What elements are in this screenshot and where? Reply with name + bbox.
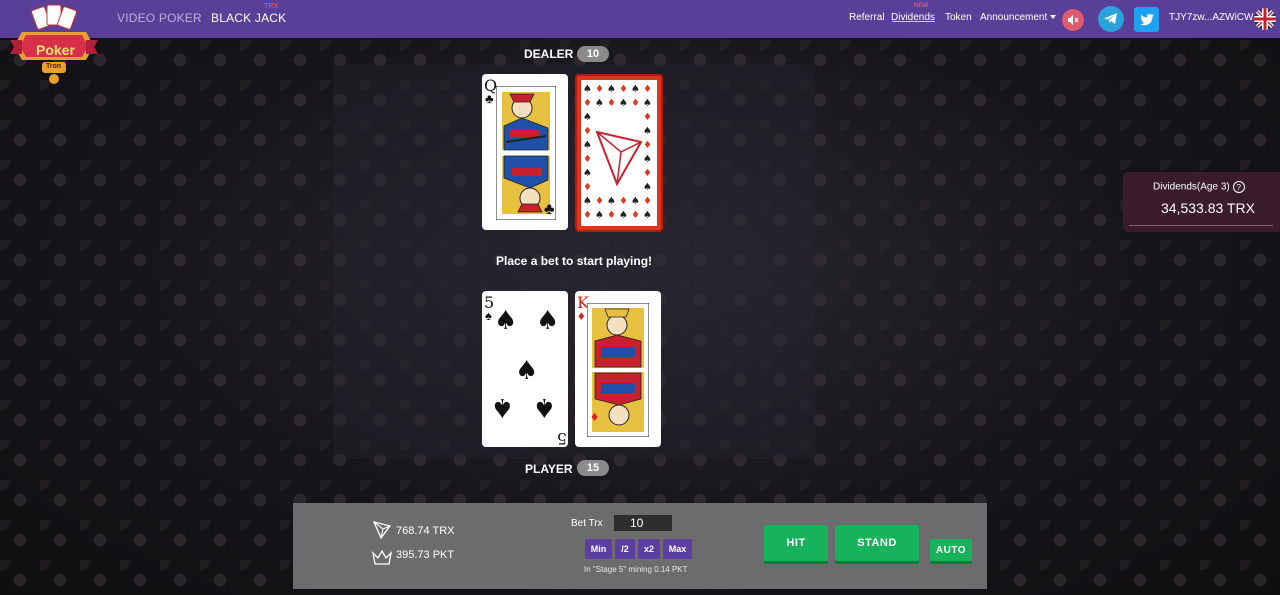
- bet-max-button[interactable]: Max: [663, 539, 692, 559]
- dividends-panel-title-row: Dividends(Age 3)?: [1153, 181, 1245, 193]
- svg-text:♠: ♠: [631, 84, 640, 95]
- svg-text:5: 5: [557, 429, 567, 447]
- svg-text:♠: ♠: [583, 168, 592, 179]
- svg-text:♦: ♦: [595, 84, 604, 95]
- nav-announcement-dropdown[interactable]: Announcement: [980, 12, 1057, 23]
- chevron-down-icon: [1050, 15, 1057, 20]
- bet-label: Bet Trx: [571, 518, 603, 529]
- king-face-art: ♦: [587, 303, 649, 437]
- dividends-divider: [1129, 225, 1273, 226]
- svg-text:♦: ♦: [631, 210, 640, 221]
- help-icon[interactable]: ?: [1232, 181, 1245, 193]
- svg-text:♠: ♠: [494, 306, 517, 336]
- language-flag-icon[interactable]: [1254, 8, 1276, 30]
- hit-button[interactable]: HIT: [764, 525, 828, 561]
- logo-subtext: Tron: [46, 63, 62, 70]
- trx-balance: 768.74 TRX: [396, 525, 455, 537]
- svg-text:♠: ♠: [643, 210, 652, 221]
- nav-referral[interactable]: Referral: [849, 12, 885, 23]
- svg-text:♦: ♦: [643, 196, 652, 207]
- svg-text:♠: ♠: [583, 84, 592, 95]
- svg-text:♠: ♠: [643, 98, 652, 109]
- svg-text:♦: ♦: [583, 182, 592, 193]
- telegram-icon[interactable]: [1098, 6, 1124, 32]
- svg-text:♦: ♦: [631, 98, 640, 109]
- svg-text:♠: ♠: [607, 84, 616, 95]
- dealer-card-queen-clubs: Q ♣ ♣: [482, 74, 568, 230]
- svg-text:♦: ♦: [583, 126, 592, 137]
- svg-text:♦: ♦: [643, 112, 652, 123]
- bet-half-button[interactable]: /2: [615, 539, 635, 559]
- svg-text:♦: ♦: [643, 84, 652, 95]
- svg-text:♦: ♦: [607, 98, 616, 109]
- dealer-score-badge: 10: [577, 46, 609, 62]
- svg-text:♠: ♠: [491, 392, 514, 422]
- poker-tron-logo[interactable]: Poker Tron: [8, 2, 100, 86]
- dividends-panel: Dividends(Age 3)? 34,533.83 TRX: [1123, 172, 1280, 232]
- svg-text:♠: ♠: [583, 196, 592, 207]
- svg-text:♠: ♠: [583, 140, 592, 151]
- stand-button[interactable]: STAND: [835, 525, 919, 561]
- announcement-label: Announcement: [980, 12, 1048, 23]
- bet-double-button[interactable]: x2: [638, 539, 660, 559]
- svg-text:♦: ♦: [591, 408, 598, 424]
- dividends-badge: NEW: [914, 3, 928, 9]
- svg-text:♠: ♠: [536, 306, 559, 336]
- top-nav: VIDEO POKER BLACK JACK TRX Referral NEW …: [0, 0, 1280, 38]
- dividends-panel-title: Dividends(Age 3): [1153, 181, 1230, 193]
- black-jack-badge: TRX: [264, 3, 278, 10]
- svg-text:♠: ♠: [643, 126, 652, 137]
- wallet-address[interactable]: TJY7zw...AZWiCW: [1169, 12, 1253, 23]
- nav-black-jack[interactable]: BLACK JACK: [211, 11, 286, 25]
- mining-info: In "Stage 5" mining 0.14 PKT: [584, 565, 688, 574]
- auto-button[interactable]: AUTO: [930, 539, 972, 561]
- card-suit: ♣: [485, 91, 494, 106]
- svg-text:♠: ♠: [643, 182, 652, 193]
- svg-text:♦: ♦: [619, 196, 628, 207]
- svg-text:♦: ♦: [583, 210, 592, 221]
- player-card-five-spades: 5 ♠ ♠♠ ♠ ♠♠ ♠5: [482, 291, 568, 447]
- svg-text:♠: ♠: [515, 356, 538, 386]
- pkt-balance: 395.73 PKT: [396, 549, 455, 561]
- player-label: PLAYER: [525, 462, 573, 476]
- nav-active-underline: [892, 21, 935, 22]
- crown-icon: [372, 549, 392, 565]
- dividends-value: 34,533.83 TRX: [1161, 200, 1255, 216]
- svg-text:♦: ♦: [643, 168, 652, 179]
- svg-text:♠: ♠: [595, 210, 604, 221]
- nav-video-poker[interactable]: VIDEO POKER: [117, 11, 202, 25]
- player-card-king-diamonds: K ♦ ♦: [575, 291, 661, 447]
- svg-text:♠: ♠: [643, 154, 652, 165]
- status-message: Place a bet to start playing!: [496, 254, 653, 268]
- svg-text:♦: ♦: [607, 210, 616, 221]
- player-score-badge: 15: [577, 460, 609, 476]
- tron-icon: [373, 521, 391, 539]
- svg-text:♦: ♦: [583, 154, 592, 165]
- dealer-card-face-down: ♠ ♦ ♠ ♦ ♠ ♦ ♦ ♠ ♦ ♠ ♦ ♠ ♠ ♦ ♦ ♠ ♠ ♦ ♦ ♠ ♠ ♦ ♦ ♠ ♠ ♦ ♠ ♦ ♠ ♦ ♦…: [575, 74, 663, 232]
- bet-controls-bar: 768.74 TRX 395.73 PKT Bet Trx Min /2 x2 …: [293, 503, 987, 589]
- svg-text:♦: ♦: [619, 84, 628, 95]
- svg-text:♠: ♠: [619, 98, 628, 109]
- bet-amount-input[interactable]: [614, 515, 672, 531]
- svg-text:♠: ♠: [619, 210, 628, 221]
- queen-face-art: ♣: [496, 86, 556, 220]
- svg-text:♦: ♦: [595, 196, 604, 207]
- five-spades-pips: ♠♠ ♠ ♠♠ ♠5: [491, 306, 567, 447]
- svg-text:♣: ♣: [544, 201, 555, 218]
- svg-text:♠: ♠: [631, 196, 640, 207]
- svg-text:♠: ♠: [607, 196, 616, 207]
- nav-token[interactable]: Token: [945, 12, 972, 23]
- card-suit: ♦: [578, 308, 585, 323]
- card-back-pattern: ♠ ♦ ♠ ♦ ♠ ♦ ♦ ♠ ♦ ♠ ♦ ♠ ♠ ♦ ♦ ♠ ♠ ♦ ♦ ♠ ♠ ♦ ♦ ♠ ♠ ♦ ♠ ♦ ♠ ♦ ♦…: [581, 80, 657, 226]
- svg-text:♠: ♠: [583, 112, 592, 123]
- dealer-label: DEALER: [524, 47, 574, 61]
- mute-sound-icon[interactable]: [1062, 9, 1084, 31]
- svg-text:♠: ♠: [533, 392, 556, 422]
- svg-text:♠: ♠: [595, 98, 604, 109]
- bet-min-button[interactable]: Min: [585, 539, 612, 559]
- svg-text:♦: ♦: [643, 140, 652, 151]
- twitter-icon[interactable]: [1134, 7, 1159, 32]
- svg-text:♦: ♦: [583, 98, 592, 109]
- logo-text: Poker: [36, 42, 75, 58]
